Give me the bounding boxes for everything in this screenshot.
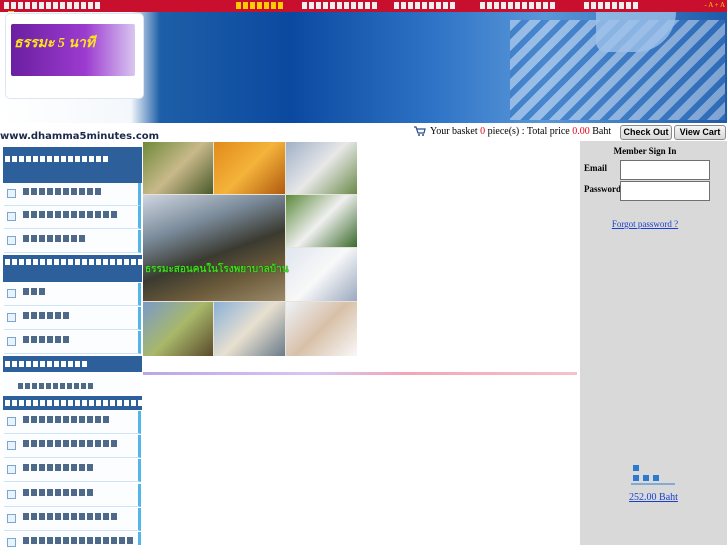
basket-pieces-label: piece(s) : Total price <box>487 126 570 137</box>
sidebar-item[interactable] <box>4 206 141 229</box>
password-label: Password <box>584 184 622 194</box>
cart-icon <box>414 126 426 136</box>
sidebar-category-header <box>3 255 143 282</box>
top-menu-item[interactable] <box>394 2 455 9</box>
expand-icon <box>7 417 16 426</box>
collage-caption: ธรรมะสอนคนในโรงพยาบาลบ้าน <box>145 264 289 275</box>
expand-icon <box>7 538 16 547</box>
total-amount-link[interactable]: 252.00 Baht <box>580 492 727 503</box>
basket-prefix: Your basket <box>430 126 478 137</box>
email-field[interactable] <box>620 160 710 180</box>
logo-text: ธรรมะ 5 นาที <box>14 36 95 51</box>
sidebar-item[interactable] <box>4 532 141 547</box>
collage-photo <box>286 248 357 301</box>
sidebar-item[interactable] <box>4 411 141 434</box>
expand-icon <box>7 441 16 450</box>
total-icon <box>631 465 675 485</box>
collage-photo <box>214 142 285 194</box>
expand-icon <box>7 313 16 322</box>
collage-photo <box>286 142 357 194</box>
forgot-password-link[interactable]: Forgot password ? <box>580 219 710 229</box>
basket-price: 0.00 <box>572 126 590 137</box>
top-bar: - A + A <box>0 0 727 12</box>
collage-photo <box>143 142 213 194</box>
sidebar-category-header <box>3 356 142 372</box>
basket-currency: Baht <box>592 126 612 137</box>
member-signin-title: Member Sign In <box>613 146 677 156</box>
sidebar-item[interactable] <box>4 435 141 458</box>
top-menu-item[interactable] <box>302 2 377 9</box>
expand-icon <box>7 189 16 198</box>
expand-icon <box>7 465 16 474</box>
font-size-controls[interactable]: - A + A <box>705 1 725 9</box>
sidebar-item[interactable] <box>4 484 141 507</box>
top-menu-item[interactable] <box>480 2 555 9</box>
sidebar-category-header <box>3 396 143 410</box>
top-menu-item[interactable] <box>4 2 100 9</box>
sidebar-item[interactable] <box>4 373 140 395</box>
sidebar-item[interactable] <box>4 307 141 330</box>
collage-photo <box>214 302 285 356</box>
site-url: www.dhamma5minutes.com <box>0 131 160 142</box>
password-field[interactable] <box>620 181 710 201</box>
view-cart-button[interactable]: View Cart <box>674 125 726 140</box>
sidebar-category-header <box>3 147 142 183</box>
expand-icon <box>7 514 16 523</box>
checkout-button[interactable]: Check Out <box>620 125 672 140</box>
basket-summary: Your basket 0 piece(s) : Total price 0.0… <box>430 126 611 137</box>
sidebar-item[interactable] <box>4 508 141 531</box>
basket-count: 0 <box>480 126 486 137</box>
sidebar-item[interactable] <box>4 183 141 206</box>
photo-collage <box>143 142 357 356</box>
content-divider <box>143 372 577 375</box>
collage-photo <box>286 195 357 247</box>
top-menu-item[interactable] <box>236 2 283 9</box>
expand-icon <box>7 212 16 221</box>
expand-icon <box>7 289 16 298</box>
sidebar-item[interactable] <box>4 283 141 306</box>
expand-icon <box>7 236 16 245</box>
sidebar-item[interactable] <box>4 230 141 253</box>
collage-photo-main <box>143 195 285 301</box>
expand-icon <box>7 490 16 499</box>
expand-icon <box>7 337 16 346</box>
sidebar-item[interactable] <box>4 459 141 482</box>
collage-photo <box>143 302 213 356</box>
email-label: Email <box>584 163 608 173</box>
collage-photo <box>286 302 357 356</box>
sidebar-item[interactable] <box>4 331 141 354</box>
top-menu-item[interactable] <box>584 2 638 9</box>
